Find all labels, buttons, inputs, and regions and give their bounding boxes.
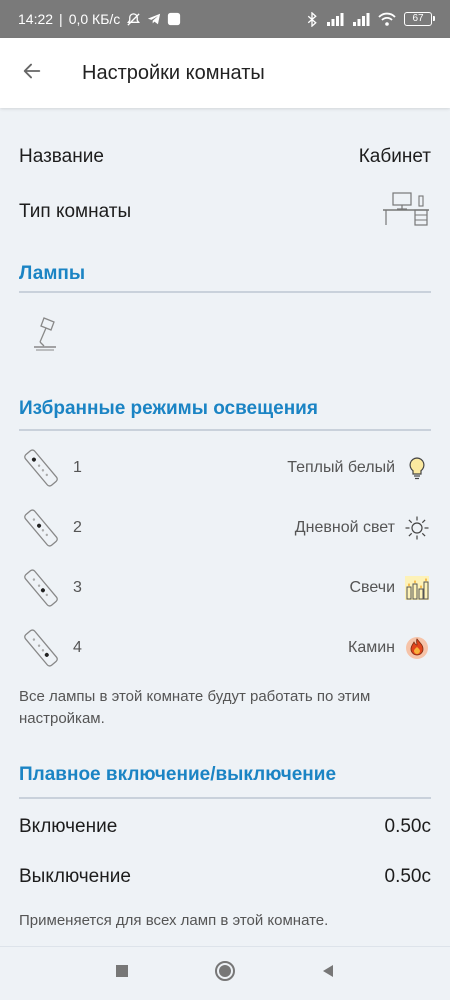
lamps-section-title: Лампы [19,263,86,284]
status-time: 14:22 [18,11,54,27]
fire-icon [403,634,431,662]
fade-note: Применяется для всех ламп в этой комнате… [19,912,329,929]
fade-off-label: Выключение [19,866,131,887]
page-title: Настройки комнаты [82,61,265,84]
sun-icon [403,514,431,542]
recents-button[interactable] [102,954,142,994]
fade-off-value: 0.50с [384,866,431,887]
status-separator: | [59,11,63,27]
mode-name: Свечи [349,579,395,596]
fade-on-value: 0.50с [384,816,431,837]
office-desk-icon [381,192,431,232]
room-name-value: Кабинет [358,146,431,167]
bluetooth-icon [306,11,318,27]
status-right: 67 [306,11,435,27]
mode-number: 4 [73,639,82,656]
home-button[interactable] [205,954,245,994]
remote-control-icon [19,626,63,670]
back-button[interactable] [0,38,64,108]
mode-name: Камин [348,639,395,656]
fade-on-row[interactable]: Включение 0.50с [19,816,431,838]
remote-control-icon [19,566,63,610]
lamps-divider [19,291,431,293]
favorite-mode-row-1[interactable]: 1 Теплый белый [19,443,431,493]
room-type-row[interactable]: Тип комнаты [19,192,431,232]
system-nav-bar [0,946,450,1000]
remote-control-icon [19,446,63,490]
remote-control-icon [19,506,63,550]
fade-off-row[interactable]: Выключение 0.50с [19,866,431,888]
favorite-modes-title: Избранные режимы освещения [19,398,318,419]
mode-number: 3 [73,579,82,596]
fade-on-label: Включение [19,816,118,837]
mode-name: Дневной свет [294,519,395,536]
desk-lamp-icon[interactable] [30,316,62,357]
favorite-mode-row-2[interactable]: 2 Дневной свет [19,503,431,553]
room-name-label: Название [19,146,104,167]
status-left: 14:22 | 0,0 КБ/с [18,11,181,27]
room-name-row[interactable]: Название Кабинет [19,146,431,168]
favorite-modes-note: Все лампы в этой комнате будут работать … [19,688,371,727]
nav-back-button[interactable] [308,954,348,994]
mode-number: 1 [73,459,82,476]
mode-name: Теплый белый [287,459,395,476]
favorite-mode-row-4[interactable]: 4 Камин [19,623,431,673]
fade-section-title: Плавное включение/выключение [19,764,337,785]
status-speed: 0,0 КБ/с [68,11,121,27]
favorite-modes-divider [19,429,431,431]
arrow-left-icon [21,60,43,87]
mute-alarm-icon [126,12,141,27]
circle-home-icon [214,960,236,987]
candles-icon [403,574,431,602]
signal-icon [326,12,344,26]
app-bar: Настройки комнаты [0,38,450,108]
signal-icon [352,12,370,26]
square-recents-icon [114,963,130,984]
fade-divider [19,797,431,799]
favorite-mode-row-3[interactable]: 3 Свечи [19,563,431,613]
status-bar: 14:22 | 0,0 КБ/с 67 [0,0,450,38]
settings-content: Название Кабинет Тип комнаты Лампы Избра… [0,108,450,946]
wifi-icon [378,12,396,26]
mode-number: 2 [73,519,82,536]
room-type-label: Тип комнаты [19,201,132,222]
telegram-icon [147,12,161,26]
app-icon [167,12,181,26]
bulb-icon [403,454,431,482]
battery-icon: 67 [404,12,435,26]
triangle-back-icon [320,963,336,984]
